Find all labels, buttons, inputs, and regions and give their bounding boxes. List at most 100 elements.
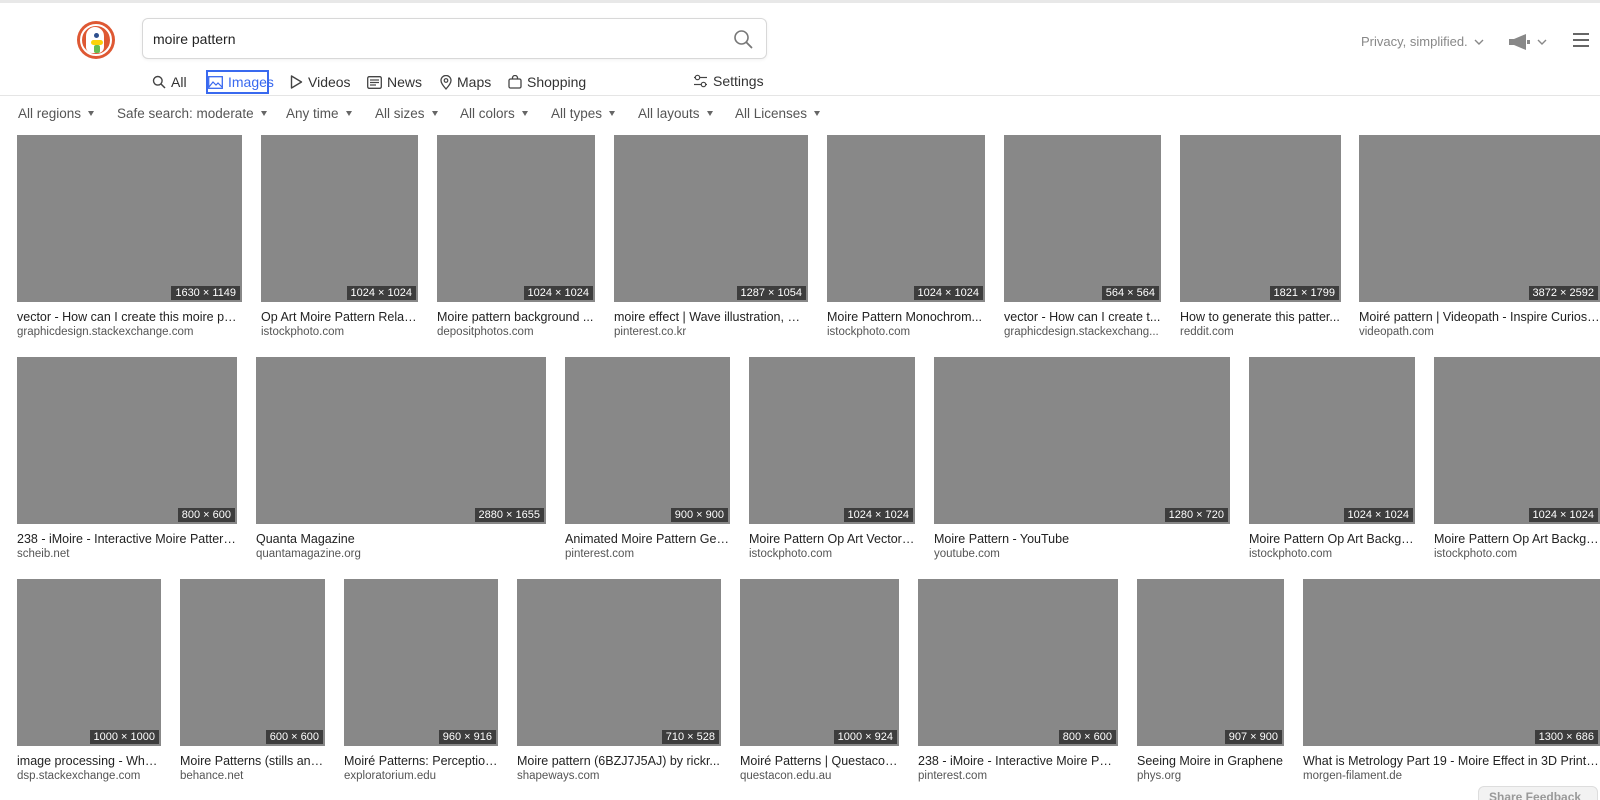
result-thumbnail[interactable]: 1024 × 1024 xyxy=(827,135,985,302)
tab-all[interactable]: All xyxy=(152,69,187,95)
result-title[interactable]: Moiré Patterns: Perception... xyxy=(344,754,498,768)
result-source[interactable]: istockphoto.com xyxy=(261,326,418,338)
image-result[interactable]: 600 × 600 Moire Patterns (stills and... … xyxy=(180,579,325,789)
image-result[interactable]: 907 × 900 Seeing Moire in Graphene phys.… xyxy=(1137,579,1284,789)
result-title[interactable]: Moiré Patterns | Questacon... xyxy=(740,754,899,768)
tab-shopping[interactable]: Shopping xyxy=(508,69,586,95)
image-result[interactable]: 1024 × 1024 Moire pattern background ...… xyxy=(437,135,595,345)
image-result[interactable]: 900 × 900 Animated Moire Pattern Gen... … xyxy=(565,357,730,567)
result-source[interactable]: youtube.com xyxy=(934,548,1230,560)
result-source[interactable]: exploratorium.edu xyxy=(344,770,498,782)
image-result[interactable]: 1024 × 1024 Op Art Moire Pattern Relaxi.… xyxy=(261,135,418,345)
result-thumbnail[interactable]: 800 × 600 xyxy=(17,357,237,524)
image-result[interactable]: 800 × 600 238 - iMoire - Interactive Moi… xyxy=(17,357,237,567)
result-title[interactable]: How to generate this patter... xyxy=(1180,310,1341,324)
result-thumbnail[interactable]: 600 × 600 xyxy=(180,579,325,746)
result-source[interactable]: istockphoto.com xyxy=(749,548,915,560)
result-title[interactable]: Quanta Magazine xyxy=(256,532,546,546)
result-source[interactable]: dsp.stackexchange.com xyxy=(17,770,161,782)
result-thumbnail[interactable]: 3872 × 2592 xyxy=(1359,135,1600,302)
result-title[interactable]: Moire Patterns (stills and... xyxy=(180,754,325,768)
result-source[interactable]: behance.net xyxy=(180,770,325,782)
image-result[interactable]: 1821 × 1799 How to generate this patter.… xyxy=(1180,135,1341,345)
result-thumbnail[interactable]: 1024 × 1024 xyxy=(261,135,418,302)
settings-link[interactable]: Settings xyxy=(693,68,764,94)
tab-maps[interactable]: Maps xyxy=(440,69,491,95)
result-thumbnail[interactable]: 1000 × 1000 xyxy=(17,579,161,746)
result-thumbnail[interactable]: 900 × 900 xyxy=(565,357,730,524)
result-thumbnail[interactable]: 907 × 900 xyxy=(1137,579,1284,746)
filter-layouts[interactable]: All layouts xyxy=(638,106,713,121)
result-title[interactable]: image processing - Why ... xyxy=(17,754,161,768)
result-source[interactable]: graphicdesign.stackexchang... xyxy=(1004,326,1161,338)
result-title[interactable]: moire effect | Wave illustration, Ge... xyxy=(614,310,808,324)
image-result[interactable]: 1300 × 686 What is Metrology Part 19 - M… xyxy=(1303,579,1600,789)
filter-types[interactable]: All types xyxy=(551,106,616,121)
result-thumbnail[interactable]: 1024 × 1024 xyxy=(1249,357,1415,524)
result-title[interactable]: Moire pattern (6BZJ7J5AJ) by rickr... xyxy=(517,754,721,768)
result-source[interactable]: graphicdesign.stackexchange.com xyxy=(17,326,242,338)
result-title[interactable]: Op Art Moire Pattern Relaxi... xyxy=(261,310,418,324)
image-result[interactable]: 710 × 528 Moire pattern (6BZJ7J5AJ) by r… xyxy=(517,579,721,789)
image-result[interactable]: 1000 × 1000 image processing - Why ... d… xyxy=(17,579,161,789)
image-result[interactable]: 1024 × 1024 Moire Pattern Op Art Vector … xyxy=(749,357,915,567)
duckduckgo-logo[interactable] xyxy=(77,21,115,59)
result-title[interactable]: Seeing Moire in Graphene xyxy=(1137,754,1284,768)
result-title[interactable]: Moire Pattern Op Art Backgr... xyxy=(1434,532,1600,546)
image-result[interactable]: 564 × 564 vector - How can I create t...… xyxy=(1004,135,1161,345)
image-result[interactable]: 1000 × 924 Moiré Patterns | Questacon...… xyxy=(740,579,899,789)
result-source[interactable]: scheib.net xyxy=(17,548,237,560)
image-result[interactable]: 1280 × 720 Moire Pattern - YouTube youtu… xyxy=(934,357,1230,567)
result-thumbnail[interactable]: 2880 × 1655 xyxy=(256,357,546,524)
share-feedback-button[interactable]: Share Feedback xyxy=(1478,786,1598,800)
image-result[interactable]: 2880 × 1655 Quanta Magazine quantamagazi… xyxy=(256,357,546,567)
announcements-button[interactable] xyxy=(1508,33,1548,51)
result-thumbnail[interactable]: 800 × 600 xyxy=(918,579,1118,746)
result-source[interactable]: istockphoto.com xyxy=(827,326,985,338)
menu-icon[interactable] xyxy=(1573,33,1590,49)
filter-sizes[interactable]: All sizes xyxy=(375,106,438,121)
result-thumbnail[interactable]: 960 × 916 xyxy=(344,579,498,746)
result-source[interactable]: depositphotos.com xyxy=(437,326,595,338)
filter-licenses[interactable]: All Licenses xyxy=(735,106,821,121)
result-title[interactable]: 238 - iMoire - Interactive Moire Patt... xyxy=(918,754,1118,768)
result-thumbnail[interactable]: 1630 × 1149 xyxy=(17,135,242,302)
result-source[interactable]: pinterest.com xyxy=(565,548,730,560)
result-source[interactable]: shapeways.com xyxy=(517,770,721,782)
result-source[interactable]: pinterest.com xyxy=(918,770,1118,782)
search-icon[interactable] xyxy=(733,29,753,49)
result-thumbnail[interactable]: 564 × 564 xyxy=(1004,135,1161,302)
search-input[interactable] xyxy=(153,19,713,58)
result-title[interactable]: vector - How can I create this moire pat… xyxy=(17,310,242,324)
tab-news[interactable]: News xyxy=(367,69,422,95)
image-result[interactable]: 1024 × 1024 Moire Pattern Op Art Backgr.… xyxy=(1249,357,1415,567)
result-source[interactable]: questacon.edu.au xyxy=(740,770,899,782)
image-result[interactable]: 800 × 600 238 - iMoire - Interactive Moi… xyxy=(918,579,1118,789)
result-thumbnail[interactable]: 1024 × 1024 xyxy=(1434,357,1600,524)
result-title[interactable]: Moire Pattern - YouTube xyxy=(934,532,1230,546)
result-thumbnail[interactable]: 1287 × 1054 xyxy=(614,135,808,302)
result-source[interactable]: morgen-filament.de xyxy=(1303,770,1600,782)
tab-images[interactable]: Images xyxy=(206,69,274,95)
result-title[interactable]: Moire Pattern Monochrom... xyxy=(827,310,985,324)
result-thumbnail[interactable]: 1300 × 686 xyxy=(1303,579,1600,746)
tab-videos[interactable]: Videos xyxy=(290,69,351,95)
result-title[interactable]: vector - How can I create t... xyxy=(1004,310,1161,324)
result-title[interactable]: Moire Pattern Op Art Vector ... xyxy=(749,532,915,546)
image-result[interactable]: 3872 × 2592 Moiré pattern | Videopath - … xyxy=(1359,135,1600,345)
result-thumbnail[interactable]: 1821 × 1799 xyxy=(1180,135,1341,302)
result-source[interactable]: videopath.com xyxy=(1359,326,1600,338)
image-result[interactable]: 1024 × 1024 Moire Pattern Monochrom... i… xyxy=(827,135,985,345)
result-thumbnail[interactable]: 1280 × 720 xyxy=(934,357,1230,524)
result-title[interactable]: Animated Moire Pattern Gen... xyxy=(565,532,730,546)
result-title[interactable]: 238 - iMoire - Interactive Moire Pattern… xyxy=(17,532,237,546)
result-source[interactable]: reddit.com xyxy=(1180,326,1341,338)
result-title[interactable]: Moire pattern background ... xyxy=(437,310,595,324)
result-title[interactable]: Moiré pattern | Videopath - Inspire Curi… xyxy=(1359,310,1600,324)
result-thumbnail[interactable]: 1024 × 1024 xyxy=(749,357,915,524)
filter-colors[interactable]: All colors xyxy=(460,106,528,121)
result-title[interactable]: Moire Pattern Op Art Backgr... xyxy=(1249,532,1415,546)
filter-time[interactable]: Any time xyxy=(286,106,352,121)
result-source[interactable]: phys.org xyxy=(1137,770,1284,782)
image-result[interactable]: 1630 × 1149 vector - How can I create th… xyxy=(17,135,242,345)
